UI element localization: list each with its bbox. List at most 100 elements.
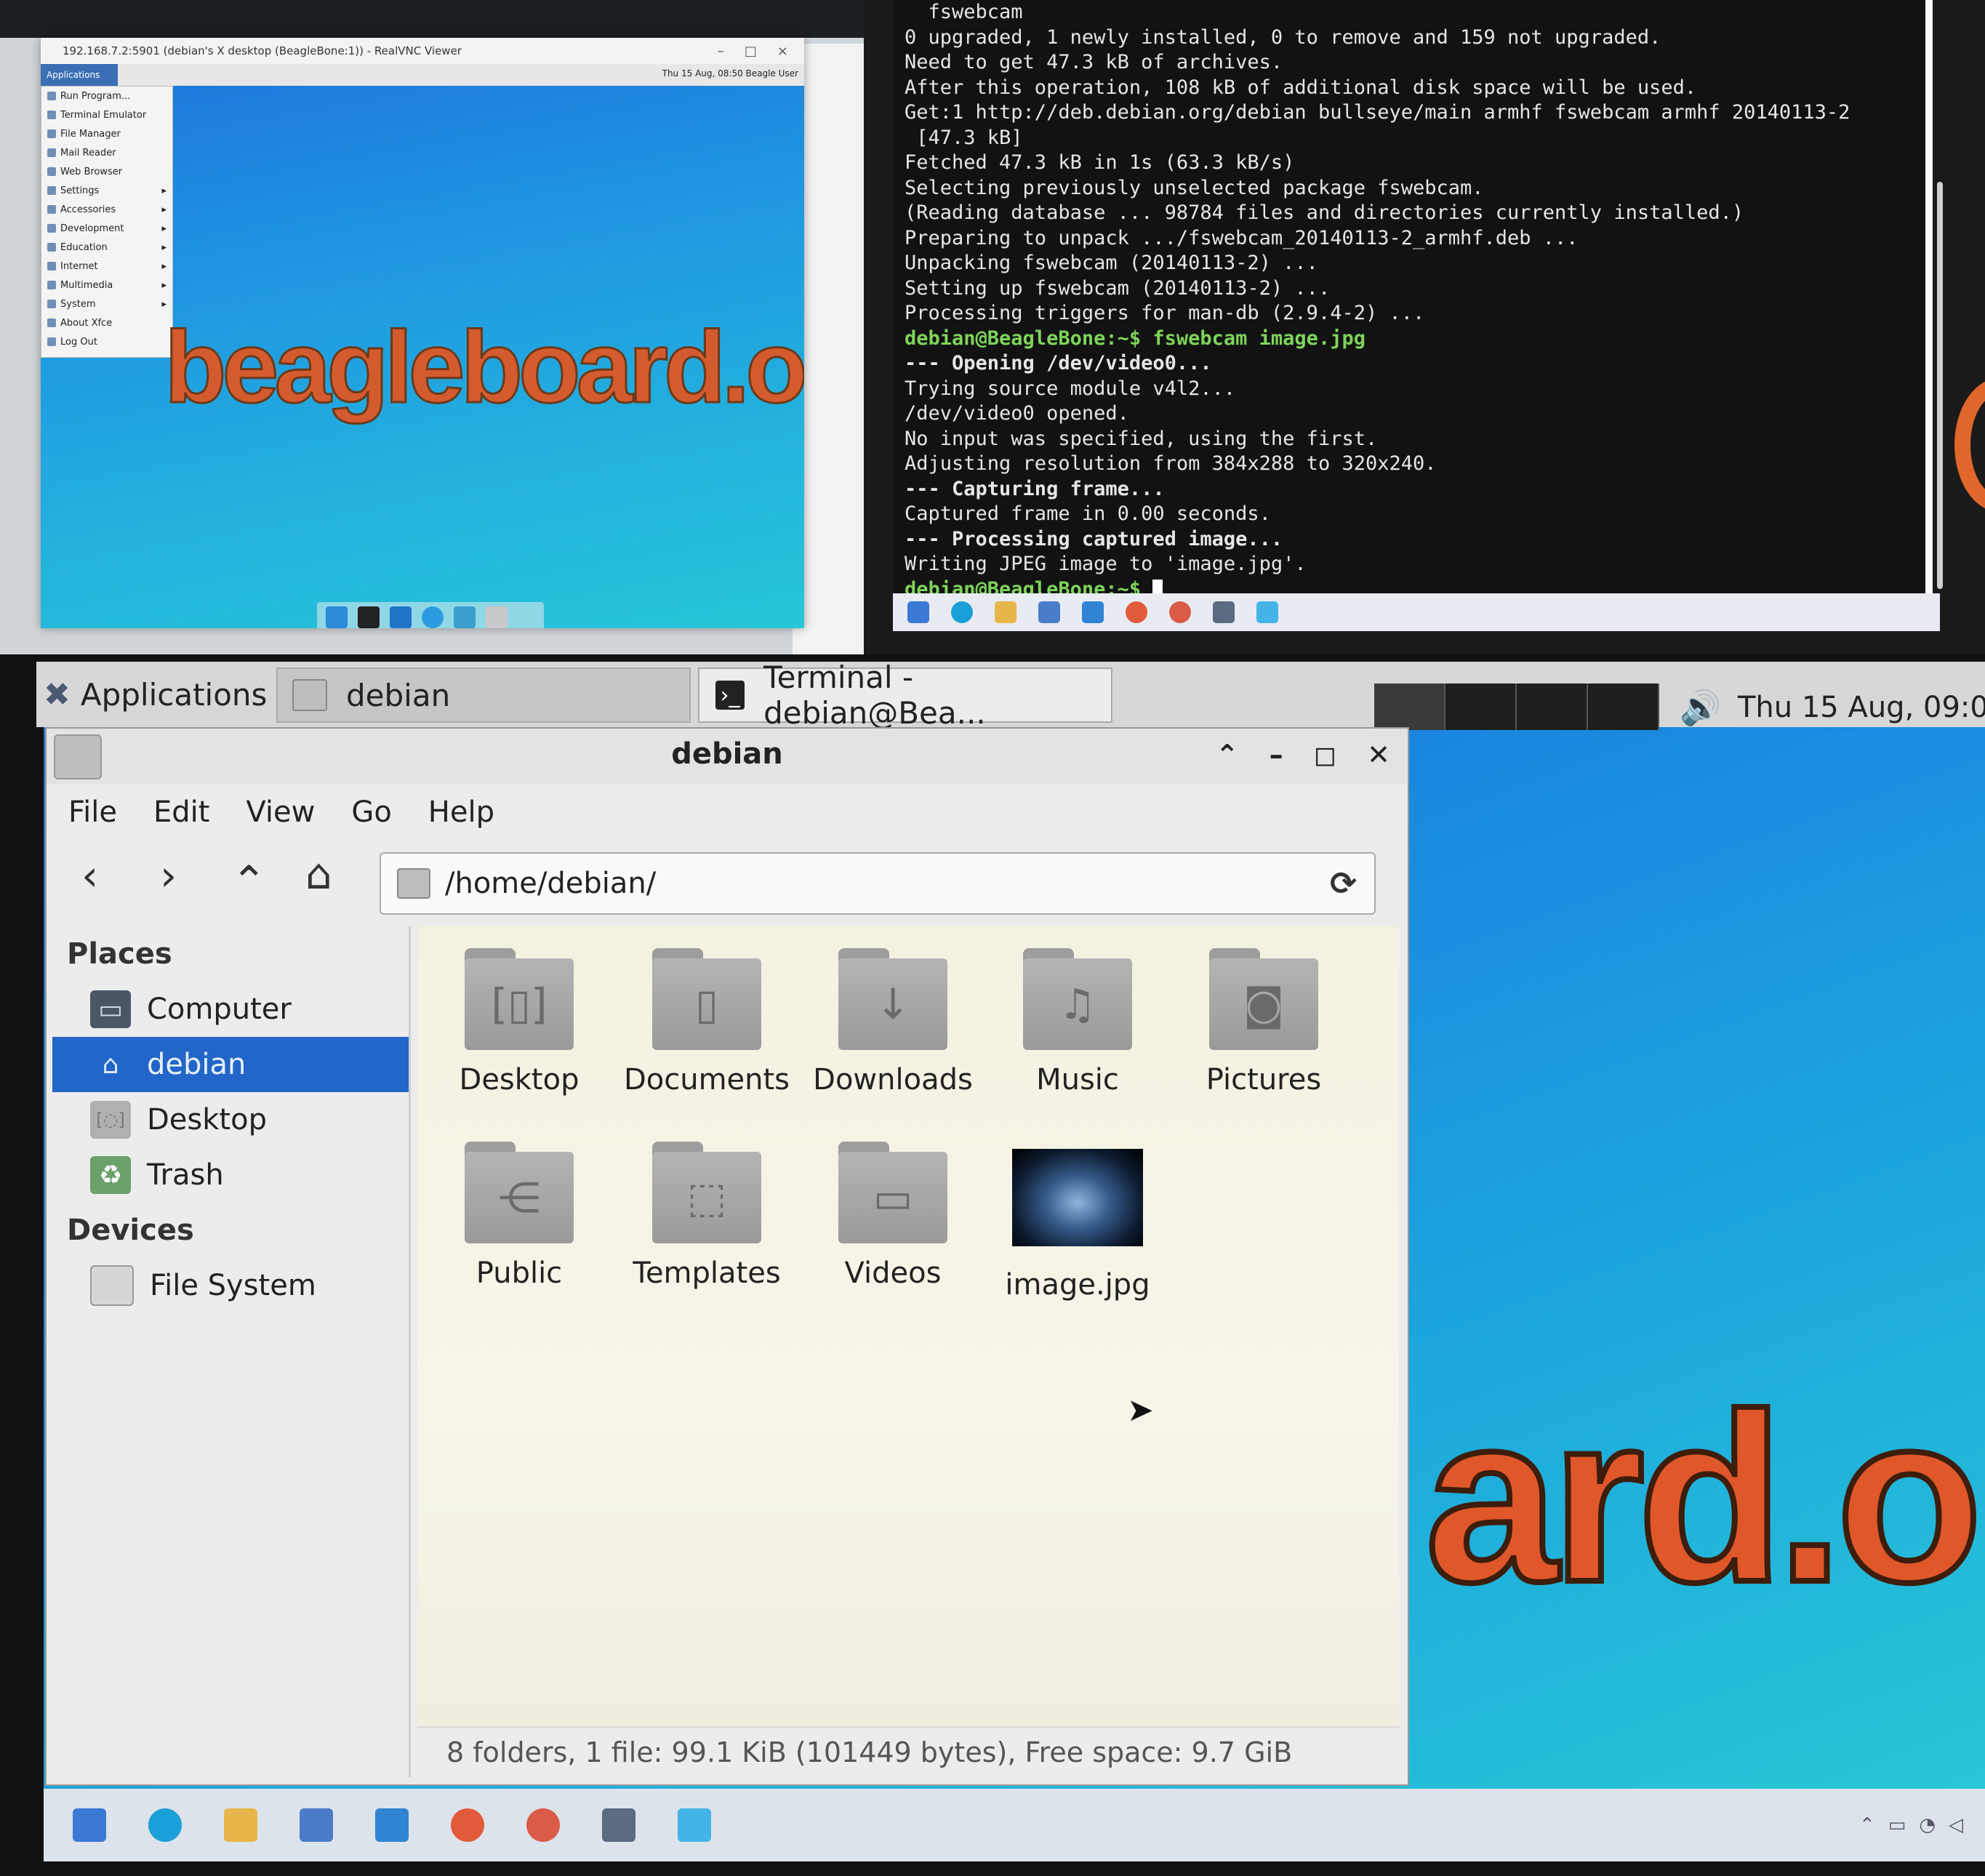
- explorer-icon[interactable]: [224, 1808, 257, 1842]
- maximize-icon[interactable]: □: [745, 44, 757, 59]
- wifi-icon[interactable]: ◔: [1919, 1814, 1936, 1836]
- workspace-4[interactable]: [1588, 684, 1659, 730]
- explorer-icon[interactable]: [995, 601, 1016, 623]
- menu-view[interactable]: View: [246, 795, 315, 829]
- file-item-downloads[interactable]: ↓ Downloads: [806, 948, 980, 1097]
- forward-button[interactable]: ›: [160, 851, 177, 900]
- taskbar-item-debian[interactable]: debian: [276, 668, 691, 723]
- vnc-menu-item[interactable]: Multimedia ▸: [41, 276, 172, 294]
- chevron-up-icon[interactable]: ⌃: [1859, 1814, 1875, 1836]
- chrome-canary-icon[interactable]: [1169, 601, 1191, 623]
- panel-clock[interactable]: Thu 15 Aug, 09:04: [1738, 691, 1985, 724]
- terminal-line: --- Processing captured image...: [905, 527, 1850, 553]
- store-icon[interactable]: [1038, 601, 1060, 623]
- vnc-menu-item[interactable]: System ▸: [41, 294, 172, 313]
- sidebar-item-computer[interactable]: ▭ Computer: [52, 982, 409, 1037]
- vnc-menu-item[interactable]: Web Browser: [41, 162, 172, 181]
- vnc-menu-item-label: Log Out: [60, 336, 97, 348]
- network-icon[interactable]: [1213, 601, 1235, 623]
- terminal-scrollbar[interactable]: [1937, 182, 1943, 589]
- browser-icon[interactable]: [422, 606, 444, 628]
- battery-icon[interactable]: ▭: [1888, 1814, 1906, 1836]
- shade-icon[interactable]: ⌃: [1216, 739, 1239, 771]
- workspace-3[interactable]: [1517, 684, 1588, 730]
- menu-file[interactable]: File: [68, 795, 117, 829]
- edge-icon[interactable]: [148, 1808, 182, 1842]
- mail-icon[interactable]: [1082, 601, 1104, 623]
- windows-start-icon[interactable]: [73, 1808, 106, 1842]
- file-manager-window[interactable]: debian ⌃ – ◻ ✕ File Edit View Go Help ‹ …: [45, 727, 1409, 1786]
- vnc-menu-item[interactable]: Run Program...: [41, 87, 172, 105]
- file-item-templates[interactable]: ⬚ Templates: [619, 1142, 794, 1290]
- folder-icon[interactable]: [486, 606, 508, 628]
- vnc-menu-item[interactable]: File Manager: [41, 124, 172, 143]
- vnc-menu-item[interactable]: Internet ▸: [41, 257, 172, 276]
- file-item-pictures[interactable]: ◙ Pictures: [1176, 948, 1351, 1097]
- file-item-music[interactable]: ♫ Music: [990, 948, 1165, 1097]
- minimize-icon[interactable]: –: [718, 44, 724, 59]
- terminal-window[interactable]: fswebcam 0 upgraded, 1 newly installed, 0…: [893, 0, 1933, 601]
- file-manager-titlebar[interactable]: debian ⌃ – ◻ ✕: [47, 729, 1408, 784]
- volume-icon[interactable]: 🔊: [1680, 688, 1721, 728]
- sidebar-item-debian[interactable]: ⌂ debian: [52, 1037, 409, 1092]
- menu-edit[interactable]: Edit: [153, 795, 209, 829]
- show-desktop-icon[interactable]: [326, 606, 348, 628]
- search-icon[interactable]: [454, 606, 476, 628]
- mail-icon[interactable]: [375, 1808, 409, 1842]
- vnc-viewer-window[interactable]: 192.168.7.2:5901 (debian's X desktop (Be…: [41, 38, 804, 628]
- network-icon[interactable]: [602, 1808, 635, 1842]
- vnc-menu-item[interactable]: About Xfce: [41, 313, 172, 332]
- vnc-remote-desktop[interactable]: Applications Thu 15 Aug, 08:50 Beagle Us…: [41, 64, 804, 628]
- files-icon[interactable]: [390, 606, 412, 628]
- chrome-icon[interactable]: [1126, 601, 1147, 623]
- close-icon[interactable]: ✕: [1367, 739, 1390, 771]
- chrome-icon[interactable]: [451, 1808, 484, 1842]
- taskbar-item-terminal[interactable]: ›_ Terminal - debian@Bea...: [698, 660, 1112, 731]
- terminal-line: Captured frame in 0.00 seconds.: [905, 502, 1850, 527]
- applications-menu-button[interactable]: ✖ Applications: [44, 662, 267, 727]
- vnc-menu-item[interactable]: Mail Reader: [41, 143, 172, 162]
- home-icon: ⌂: [102, 1049, 119, 1080]
- minimize-icon[interactable]: –: [1270, 739, 1283, 771]
- speaker-icon[interactable]: ◁: [1949, 1814, 1963, 1836]
- workspace-1[interactable]: [1374, 684, 1445, 730]
- file-item-public[interactable]: ⋲ Public: [432, 1142, 606, 1290]
- vnc-menu-item[interactable]: Education ▸: [41, 238, 172, 257]
- sidebar-item-desktop[interactable]: [◌] Desktop: [52, 1092, 409, 1147]
- menu-go[interactable]: Go: [351, 795, 391, 829]
- reload-icon[interactable]: ⟳: [1330, 865, 1357, 902]
- terminal-icon[interactable]: [358, 606, 380, 628]
- vnc-menu-item[interactable]: Development ▸: [41, 219, 172, 238]
- location-bar[interactable]: /home/debian/ ⟳: [380, 852, 1376, 915]
- back-button[interactable]: ‹: [81, 851, 98, 900]
- vnc-menu-item[interactable]: Log Out: [41, 332, 172, 351]
- sidebar-item-file-system[interactable]: File System: [52, 1258, 409, 1313]
- vnc-viewer-icon[interactable]: [678, 1808, 711, 1842]
- vnc-viewer-icon[interactable]: [1256, 601, 1278, 623]
- up-button[interactable]: ⌃: [231, 857, 267, 906]
- close-icon[interactable]: ×: [777, 44, 788, 59]
- home-button[interactable]: ⌂: [305, 849, 332, 899]
- vnc-applications-button[interactable]: Applications: [41, 64, 118, 86]
- workspace-2[interactable]: [1445, 684, 1517, 730]
- vnc-menu-item[interactable]: Accessories ▸: [41, 200, 172, 219]
- menu-help[interactable]: Help: [428, 795, 494, 829]
- edge-icon[interactable]: [951, 601, 973, 623]
- sidebar-item-trash[interactable]: ♻ Trash: [52, 1147, 409, 1203]
- file-item-desktop[interactable]: [▯] Desktop: [432, 948, 606, 1097]
- vnc-titlebar[interactable]: 192.168.7.2:5901 (debian's X desktop (Be…: [41, 38, 804, 64]
- file-item-documents[interactable]: ▯ Documents: [619, 948, 794, 1097]
- vnc-menu-item[interactable]: Terminal Emulator: [41, 105, 172, 124]
- vnc-menu-item-label: Accessories: [60, 204, 116, 215]
- vnc-menu-item[interactable]: Settings ▸: [41, 181, 172, 200]
- file-item-image-jpg[interactable]: image.jpg: [990, 1149, 1165, 1302]
- store-icon[interactable]: [300, 1808, 333, 1842]
- chrome-canary-icon[interactable]: [526, 1808, 560, 1842]
- terminal-line-text: No input was specified, using the first.: [905, 427, 1378, 450]
- file-view[interactable]: [▯] Desktop ▯ Documents ↓ Downloads ♫ Mu…: [417, 926, 1399, 1726]
- terminal-output[interactable]: fswebcam 0 upgraded, 1 newly installed, 0…: [893, 0, 1925, 601]
- workspace-switcher[interactable]: [1374, 684, 1659, 730]
- file-item-videos[interactable]: ▭ Videos: [806, 1142, 980, 1290]
- windows-start-icon[interactable]: [907, 601, 929, 623]
- maximize-icon[interactable]: ◻: [1314, 739, 1337, 771]
